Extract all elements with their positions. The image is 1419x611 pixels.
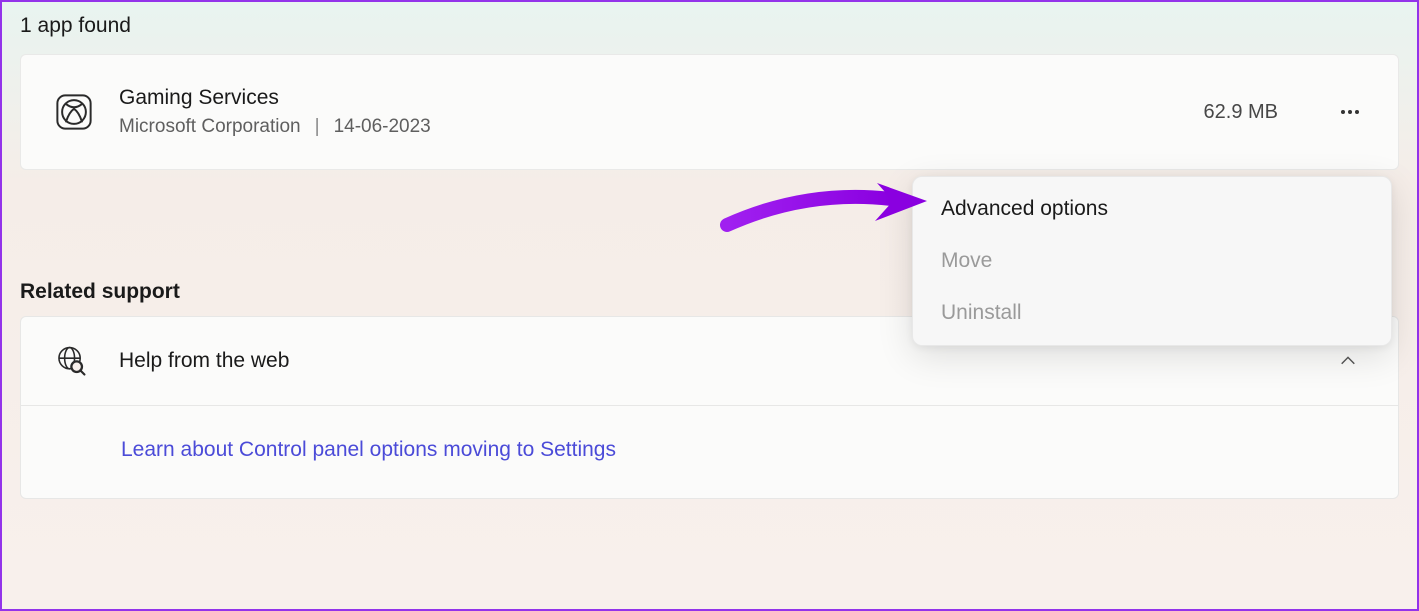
menu-advanced-options[interactable]: Advanced options	[919, 183, 1385, 235]
search-results-header: 1 app found	[2, 2, 1417, 48]
app-size: 62.9 MB	[1204, 101, 1278, 124]
menu-move: Move	[919, 235, 1385, 287]
app-name: Gaming Services	[119, 86, 1180, 110]
app-row[interactable]: Gaming Services Microsoft Corporation | …	[20, 54, 1399, 170]
help-title: Help from the web	[119, 349, 1304, 373]
chevron-up-icon	[1334, 347, 1362, 375]
annotation-arrow	[717, 177, 937, 252]
help-body: Learn about Control panel options moving…	[21, 405, 1398, 498]
divider: |	[315, 116, 320, 138]
menu-uninstall: Uninstall	[919, 287, 1385, 339]
more-options-button[interactable]	[1330, 92, 1370, 132]
app-info: Gaming Services Microsoft Corporation | …	[119, 86, 1180, 138]
app-install-date: 14-06-2023	[334, 116, 431, 138]
app-subtitle: Microsoft Corporation | 14-06-2023	[119, 116, 1180, 138]
app-context-menu: Advanced options Move Uninstall	[912, 176, 1392, 346]
xbox-icon	[53, 91, 95, 133]
help-link[interactable]: Learn about Control panel options moving…	[121, 438, 616, 461]
app-publisher: Microsoft Corporation	[119, 116, 301, 138]
more-horizontal-icon	[1338, 100, 1362, 124]
globe-search-icon	[53, 343, 89, 379]
